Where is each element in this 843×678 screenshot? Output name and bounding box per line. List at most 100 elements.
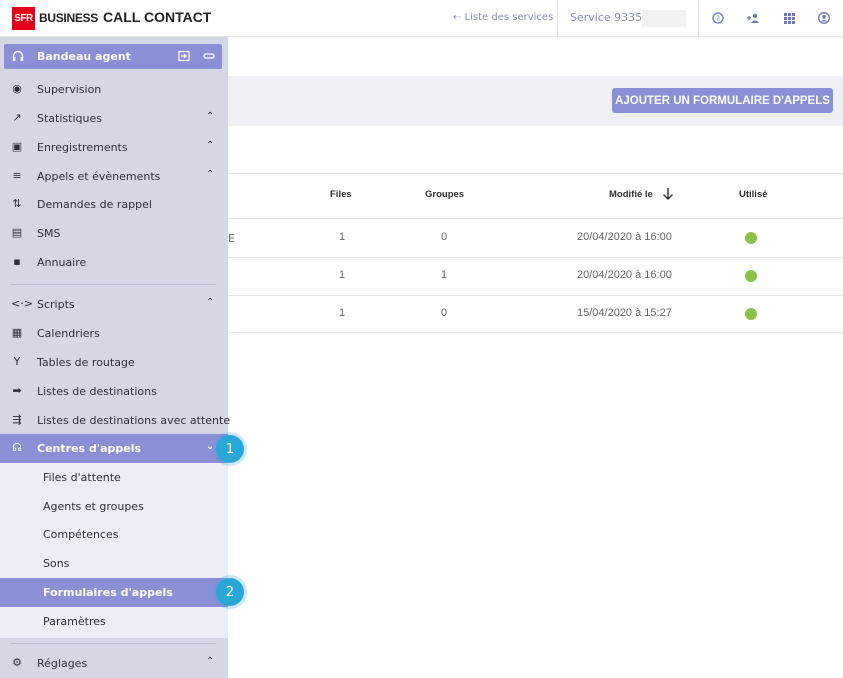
chevron-up-icon[interactable]: ⌃ <box>206 140 214 151</box>
sidebar-item-label: Centres d'appels <box>37 442 142 455</box>
service-selector[interactable]: Service 9335 <box>570 11 642 24</box>
sidebar-item-0[interactable]: ◉ Supervision <box>0 75 228 104</box>
sidebar-item-12[interactable]: ☊ Centres d'appels ⌄ <box>0 434 228 463</box>
chevron-up-icon[interactable]: ⌃ <box>206 111 214 122</box>
submenu-item-0[interactable]: Files d'attente <box>0 463 228 492</box>
message-icon: ▤ <box>11 226 23 239</box>
sidebar-item-4[interactable]: ⇅ Demandes de rappel <box>0 190 228 219</box>
submenu-item-label: Formulaires d'appels <box>43 586 173 599</box>
sidebar-item-13[interactable]: ⚙ Réglages ⌃ <box>0 649 228 678</box>
queue-arrow-icon: ⇶ <box>12 413 22 426</box>
sidebar-item-label: Annuaire <box>37 256 87 269</box>
sidebar-item-label: Réglages <box>37 657 88 670</box>
submenu-item-5[interactable]: Paramètres <box>0 607 228 636</box>
column-header-groupes[interactable]: Groupes <box>425 189 464 200</box>
sidebar-item-label: Scripts <box>37 298 75 311</box>
table-row-divider <box>228 257 843 258</box>
help-circle-icon[interactable]: ? <box>710 10 726 26</box>
submenu-item-label: Agents et groupes <box>43 500 144 513</box>
table-row-divider <box>228 332 843 333</box>
chevron-up-icon[interactable]: ⌃ <box>206 297 214 308</box>
cell-modifie: 20/04/2020 à 16:00 <box>577 269 672 281</box>
cell-files: 1 <box>338 307 346 319</box>
link-icon[interactable] <box>203 50 215 65</box>
cell-groupes: 0 <box>440 307 448 319</box>
sidebar-item-2[interactable]: ▣ Enregistrements ⌃ <box>0 133 228 162</box>
header-divider <box>698 0 699 37</box>
sidebar-item-11[interactable]: ⇶ Listes de destinations avec attente <box>0 406 231 435</box>
submenu-item-2[interactable]: Compétences <box>0 520 228 549</box>
sidebar-item-label: Supervision <box>37 83 102 96</box>
app-title: CALL CONTACT <box>103 9 212 25</box>
arrow-right-icon: ➡ <box>12 384 22 397</box>
submenu-item-label: Compétences <box>43 528 119 541</box>
sidebar-item-8[interactable]: ▦ Calendriers <box>0 319 228 348</box>
svg-text:?: ? <box>716 15 720 23</box>
chevron-down-icon[interactable]: ⌄ <box>206 441 214 452</box>
used-status-dot <box>745 270 757 282</box>
contacts-icon: ▪ <box>13 255 21 268</box>
settings-icon: ⚙ <box>12 656 22 669</box>
submenu-item-4[interactable]: Formulaires d'appels <box>0 578 228 607</box>
step-badge-1: 1 <box>216 435 244 463</box>
header-divider <box>557 0 558 37</box>
login-icon[interactable] <box>178 50 190 65</box>
used-status-dot <box>745 232 757 244</box>
table-divider <box>228 218 843 219</box>
services-list-link[interactable]: ⇠ Liste des services <box>453 12 553 23</box>
top-header: SFR BUSINESS CALL CONTACT ⇠ Liste des se… <box>0 0 843 37</box>
submenu-item-1[interactable]: Agents et groupes <box>0 492 228 521</box>
sidebar-item-3[interactable]: ≡ Appels et évènements ⌃ <box>0 162 228 191</box>
sidebar-item-label: SMS <box>37 227 61 240</box>
sidebar-item-6[interactable]: ▪ Annuaire <box>0 248 228 277</box>
column-header-utilise[interactable]: Utilisé <box>739 189 768 200</box>
table-divider <box>228 173 843 174</box>
swap-icon: ⇅ <box>12 197 22 210</box>
trend-icon: ↗ <box>12 111 22 124</box>
column-header-modifie[interactable]: Modifié le <box>609 189 653 200</box>
table-row-divider <box>228 295 843 296</box>
routing-icon: Y <box>13 355 21 368</box>
playlist-icon: ≡ <box>12 169 22 182</box>
agent-banner-button[interactable]: Bandeau agent <box>4 44 222 69</box>
sidebar-item-label: Calendriers <box>37 327 100 340</box>
sidebar-item-1[interactable]: ↗ Statistiques ⌃ <box>0 104 228 133</box>
add-call-form-button[interactable]: AJOUTER UN FORMULAIRE D'APPELS <box>612 88 833 113</box>
code-icon: <·> <box>11 297 33 310</box>
apps-grid-icon[interactable] <box>781 10 797 26</box>
calendar-icon: ▦ <box>11 326 23 339</box>
cell-modifie: 15/04/2020 à 15:27 <box>577 307 672 319</box>
chevron-up-icon[interactable]: ⌃ <box>206 656 214 667</box>
eye-icon: ◉ <box>12 82 22 95</box>
sidebar-item-label: Listes de destinations avec attente <box>37 414 231 427</box>
cell-files: 1 <box>338 231 346 243</box>
sort-descending-icon[interactable] <box>662 187 674 205</box>
sidebar-item-7[interactable]: <·> Scripts ⌃ <box>0 290 228 319</box>
submenu-item-3[interactable]: Sons <box>0 549 228 578</box>
cell-files: 1 <box>338 269 346 281</box>
submenu-item-label: Paramètres <box>43 615 106 628</box>
submenu-item-label: Files d'attente <box>43 471 121 484</box>
sfr-logo[interactable]: SFR <box>12 7 35 30</box>
used-status-dot <box>745 308 757 320</box>
headset-icon: ☊ <box>12 441 22 454</box>
headset-icon <box>12 50 24 65</box>
sidebar-item-5[interactable]: ▤ SMS <box>0 219 228 248</box>
sidebar-item-9[interactable]: Y Tables de routage <box>0 348 228 377</box>
account-icon[interactable] <box>816 10 832 26</box>
sidebar-item-label: Demandes de rappel <box>37 198 152 211</box>
chevron-up-icon[interactable]: ⌃ <box>206 169 214 180</box>
sidebar-item-label: Appels et évènements <box>37 170 161 183</box>
business-logo-text: BUSINESS <box>39 11 98 25</box>
agent-banner-label: Bandeau agent <box>37 50 131 63</box>
cell-groupes: 0 <box>440 231 448 243</box>
cell-groupes: 1 <box>440 269 448 281</box>
sidebar-divider <box>10 643 216 644</box>
service-number-mask <box>642 10 686 27</box>
sidebar-divider <box>10 284 216 285</box>
sidebar-item-label: Statistiques <box>37 112 102 125</box>
add-user-icon[interactable] <box>745 10 761 26</box>
sidebar-item-label: Enregistrements <box>37 141 128 154</box>
sidebar-item-10[interactable]: ➡ Listes de destinations <box>0 377 228 406</box>
column-header-files[interactable]: Files <box>330 189 352 200</box>
